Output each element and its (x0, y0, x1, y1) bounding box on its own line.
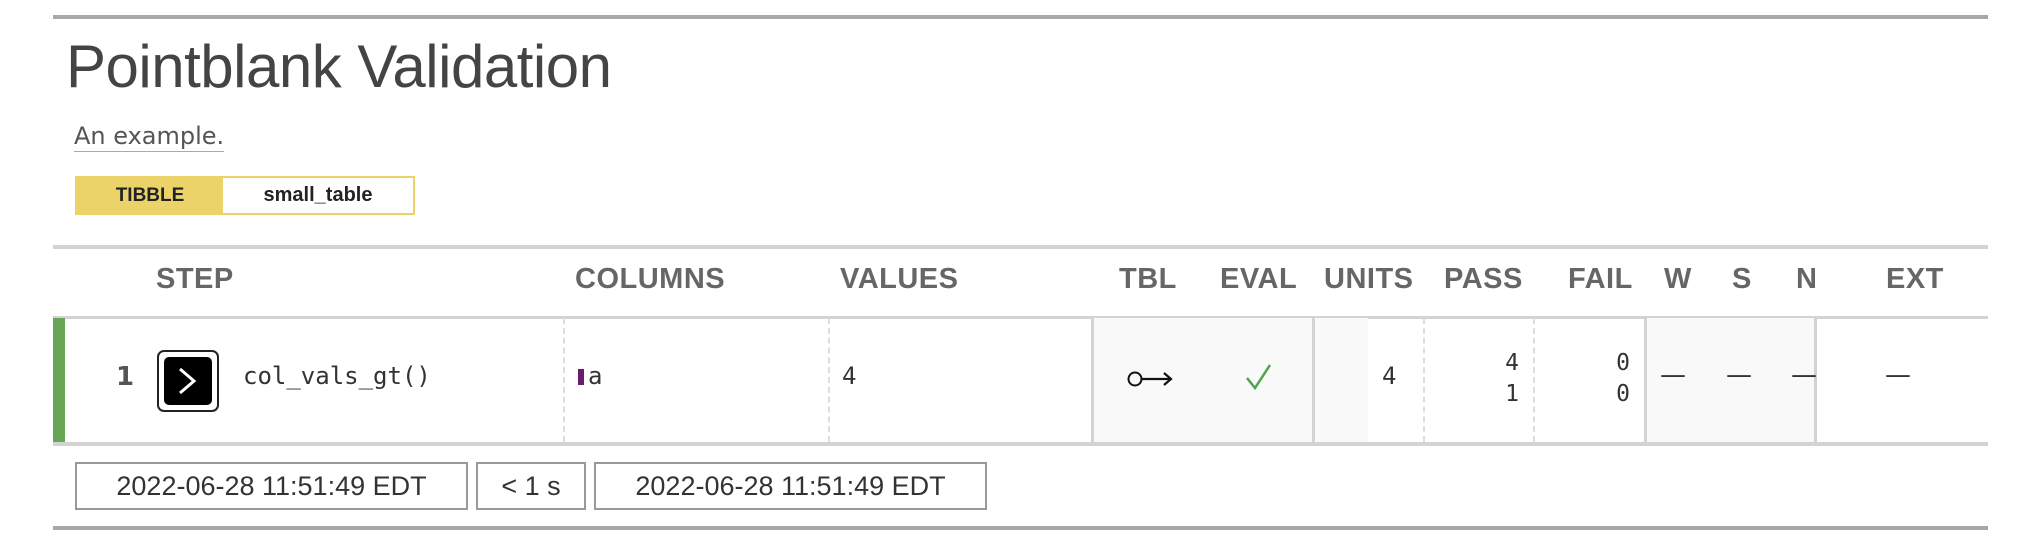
header-s: S (1732, 263, 1752, 295)
page-subtitle: An example. (74, 122, 225, 152)
stop-cell: — (1726, 360, 1752, 390)
column-name-cell: a (578, 362, 602, 390)
column-divider (1312, 318, 1315, 442)
column-divider (1423, 318, 1425, 442)
extract-cell: — (1885, 360, 1911, 390)
checkmark-icon (1242, 361, 1274, 393)
header-step: STEP (156, 263, 234, 295)
top-rule (53, 15, 1988, 19)
row-bottom-rule (53, 442, 1988, 446)
column-type-marker (578, 369, 584, 385)
fail-cell: 0 0 (1604, 348, 1630, 410)
header-n: N (1796, 263, 1818, 295)
header-pass: PASS (1444, 263, 1523, 295)
column-name: a (588, 362, 603, 390)
notify-cell: — (1791, 360, 1817, 390)
table-row: 1 col_vals_gt() a 4 4 4 1 0 0 — — — — (53, 318, 1988, 442)
bottom-rule (53, 526, 1988, 530)
column-divider (1533, 318, 1535, 442)
column-divider (1091, 318, 1094, 442)
end-time-badge: 2022-06-28 11:51:49 EDT (594, 462, 987, 510)
fail-count: 0 (1616, 350, 1630, 376)
step-function: col_vals_gt() (243, 362, 431, 390)
table-badge: TIBBLE small_table (75, 176, 415, 215)
table-name-label: small_table (223, 178, 413, 213)
pass-count: 4 (1505, 350, 1519, 376)
header-ext: EXT (1886, 263, 1944, 295)
header-values: VALUES (840, 263, 959, 295)
header-tbl: TBL (1119, 263, 1177, 295)
col-vals-gt-icon[interactable] (157, 350, 219, 412)
header-units: UNITS (1324, 263, 1414, 295)
column-divider (563, 318, 565, 442)
column-divider (1644, 318, 1647, 442)
header-fail: FAIL (1568, 263, 1633, 295)
header-eval: EVAL (1220, 263, 1298, 295)
start-time-badge: 2022-06-28 11:51:49 EDT (75, 462, 468, 510)
step-number: 1 (116, 362, 135, 392)
unchanged-table-icon (1126, 364, 1176, 394)
column-divider (828, 318, 830, 442)
warn-cell: — (1660, 360, 1686, 390)
pass-cell: 4 1 (1493, 348, 1519, 410)
page-title: Pointblank Validation (66, 33, 612, 100)
units-cell: 4 (1382, 362, 1397, 390)
header-w: W (1664, 263, 1692, 295)
header-columns: COLUMNS (575, 263, 726, 295)
pass-fraction: 1 (1505, 381, 1519, 407)
values-cell: 4 (842, 362, 857, 390)
table-type-label: TIBBLE (77, 178, 223, 213)
header-top-rule (53, 245, 1988, 249)
status-indicator (53, 318, 65, 442)
fail-fraction: 0 (1616, 381, 1630, 407)
duration-badge: < 1 s (476, 462, 586, 510)
